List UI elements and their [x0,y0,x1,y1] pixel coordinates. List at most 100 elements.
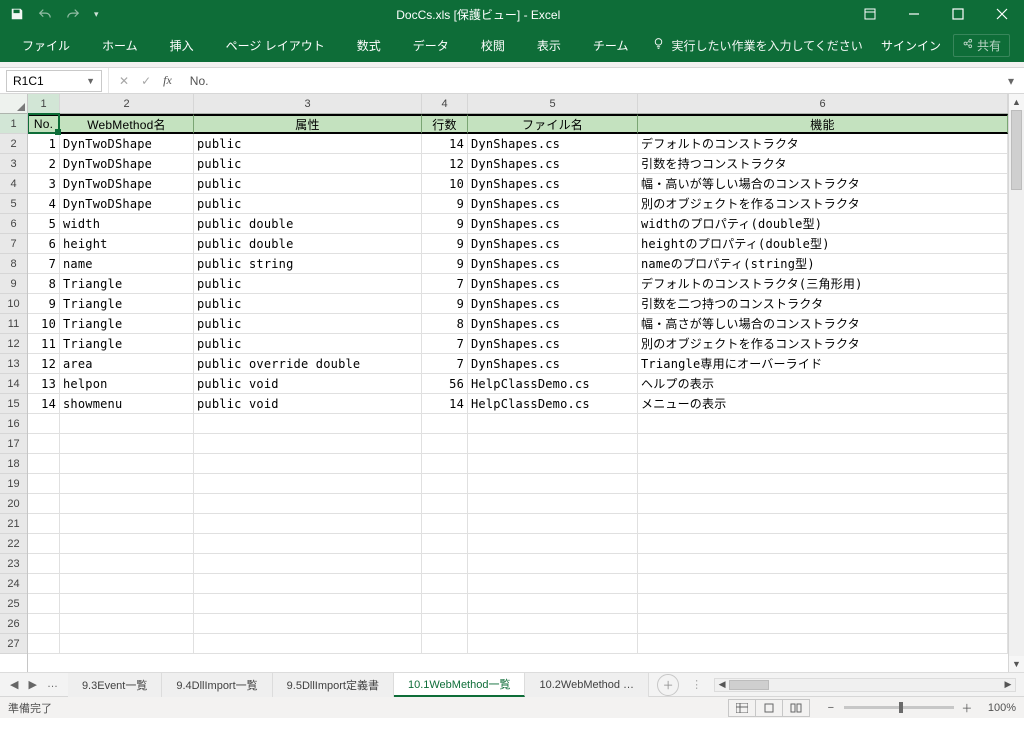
cell[interactable] [60,554,194,574]
row-header[interactable]: 26 [0,614,27,634]
cell[interactable]: DynShapes.cs [468,154,638,174]
sheet-tab[interactable]: 10.1WebMethod一覧 [394,673,526,697]
cell[interactable] [28,434,60,454]
save-icon[interactable] [10,7,24,21]
cell[interactable]: 9 [422,214,468,234]
scroll-right-icon[interactable]: ▶ [1001,679,1015,691]
row-header[interactable]: 7 [0,234,27,254]
cell[interactable] [194,574,422,594]
qat-customize-icon[interactable]: ▾ [94,9,99,20]
cell[interactable] [60,434,194,454]
cell[interactable]: DynTwoDShape [60,194,194,214]
cell[interactable]: 8 [422,314,468,334]
cell[interactable] [468,634,638,654]
cell[interactable]: public [194,294,422,314]
cell[interactable] [194,514,422,534]
cell[interactable]: Triangle専用にオーバーライド [638,354,1008,374]
row-header[interactable]: 9 [0,274,27,294]
ribbon-display-icon[interactable] [848,0,892,28]
cell[interactable]: HelpClassDemo.cs [468,374,638,394]
cell[interactable]: デフォルトのコンストラクタ [638,134,1008,154]
tab-home[interactable]: ホーム [86,28,154,62]
cell[interactable]: 属性 [194,114,422,134]
cell[interactable]: ヘルプの表示 [638,374,1008,394]
cell[interactable] [60,474,194,494]
tab-team[interactable]: チーム [577,28,645,62]
accept-formula-icon[interactable]: ✓ [141,74,151,88]
cell[interactable]: 12 [28,354,60,374]
cell[interactable] [638,574,1008,594]
cell[interactable]: 7 [28,254,60,274]
cell[interactable] [28,454,60,474]
cell[interactable]: 10 [28,314,60,334]
cell[interactable]: public string [194,254,422,274]
cell[interactable]: 9 [422,194,468,214]
cell[interactable] [28,634,60,654]
cell[interactable]: 幅・高いが等しい場合のコンストラクタ [638,174,1008,194]
cell[interactable]: 引数を持つコンストラクタ [638,154,1008,174]
cell[interactable]: 9 [422,234,468,254]
cell[interactable] [468,534,638,554]
cell[interactable]: 3 [28,174,60,194]
undo-icon[interactable] [38,7,52,21]
cell[interactable] [638,614,1008,634]
share-button[interactable]: 共有 [953,34,1010,57]
cell[interactable]: ファイル名 [468,114,638,134]
cell[interactable] [28,554,60,574]
cell[interactable]: 4 [28,194,60,214]
cell[interactable] [468,454,638,474]
horizontal-scrollbar[interactable]: ◀ ▶ [714,678,1016,692]
cell[interactable]: public double [194,234,422,254]
row-header[interactable]: 4 [0,174,27,194]
insert-function-icon[interactable]: fx [163,73,172,88]
row-header[interactable]: 8 [0,254,27,274]
cell[interactable]: DynTwoDShape [60,174,194,194]
column-header[interactable]: 6 [638,94,1008,113]
cell[interactable]: No. [28,114,60,134]
row-header[interactable]: 1 [0,114,27,134]
tell-me-search[interactable]: 実行したい作業を入力してください [652,37,862,54]
cell[interactable] [468,414,638,434]
cell[interactable]: area [60,354,194,374]
sheet-nav-prev-icon[interactable]: ◀ [10,678,18,691]
view-normal-icon[interactable] [728,699,756,717]
cell[interactable]: 7 [422,334,468,354]
sheet-tab[interactable]: 10.2WebMethod … [525,673,649,697]
redo-icon[interactable] [66,7,80,21]
row-header[interactable]: 3 [0,154,27,174]
add-sheet-button[interactable]: ＋ [657,674,679,696]
cell[interactable] [638,454,1008,474]
cell[interactable] [28,474,60,494]
cell[interactable]: 9 [422,254,468,274]
cell[interactable]: 機能 [638,114,1008,134]
cell[interactable]: 引数を二つ持つのコンストラクタ [638,294,1008,314]
cell[interactable]: Triangle [60,294,194,314]
cell[interactable]: public [194,154,422,174]
cell[interactable]: Triangle [60,334,194,354]
cell[interactable]: メニューの表示 [638,394,1008,414]
cell[interactable]: 幅・高さが等しい場合のコンストラクタ [638,314,1008,334]
cell[interactable] [422,574,468,594]
sheet-tab[interactable]: 9.5DllImport定義書 [273,673,394,697]
row-header[interactable]: 17 [0,434,27,454]
row-header[interactable]: 18 [0,454,27,474]
cell[interactable]: helpon [60,374,194,394]
cell[interactable] [194,634,422,654]
cell[interactable] [422,494,468,514]
cell[interactable] [60,574,194,594]
column-header[interactable]: 1 [28,94,60,113]
cell[interactable] [468,574,638,594]
grid[interactable]: No.WebMethod名属性行数ファイル名機能1DynTwoDShapepub… [28,114,1008,654]
cell[interactable] [194,474,422,494]
view-page-break-icon[interactable] [782,699,810,717]
cell[interactable] [28,414,60,434]
cell[interactable]: DynShapes.cs [468,274,638,294]
cell[interactable] [422,514,468,534]
tab-split-handle[interactable]: ⋮ [687,678,706,691]
cell[interactable]: public [194,174,422,194]
signin-link[interactable]: サインイン [881,37,941,54]
cell[interactable] [194,494,422,514]
cell[interactable]: widthのプロパティ(double型) [638,214,1008,234]
cell[interactable]: DynShapes.cs [468,334,638,354]
row-header[interactable]: 6 [0,214,27,234]
